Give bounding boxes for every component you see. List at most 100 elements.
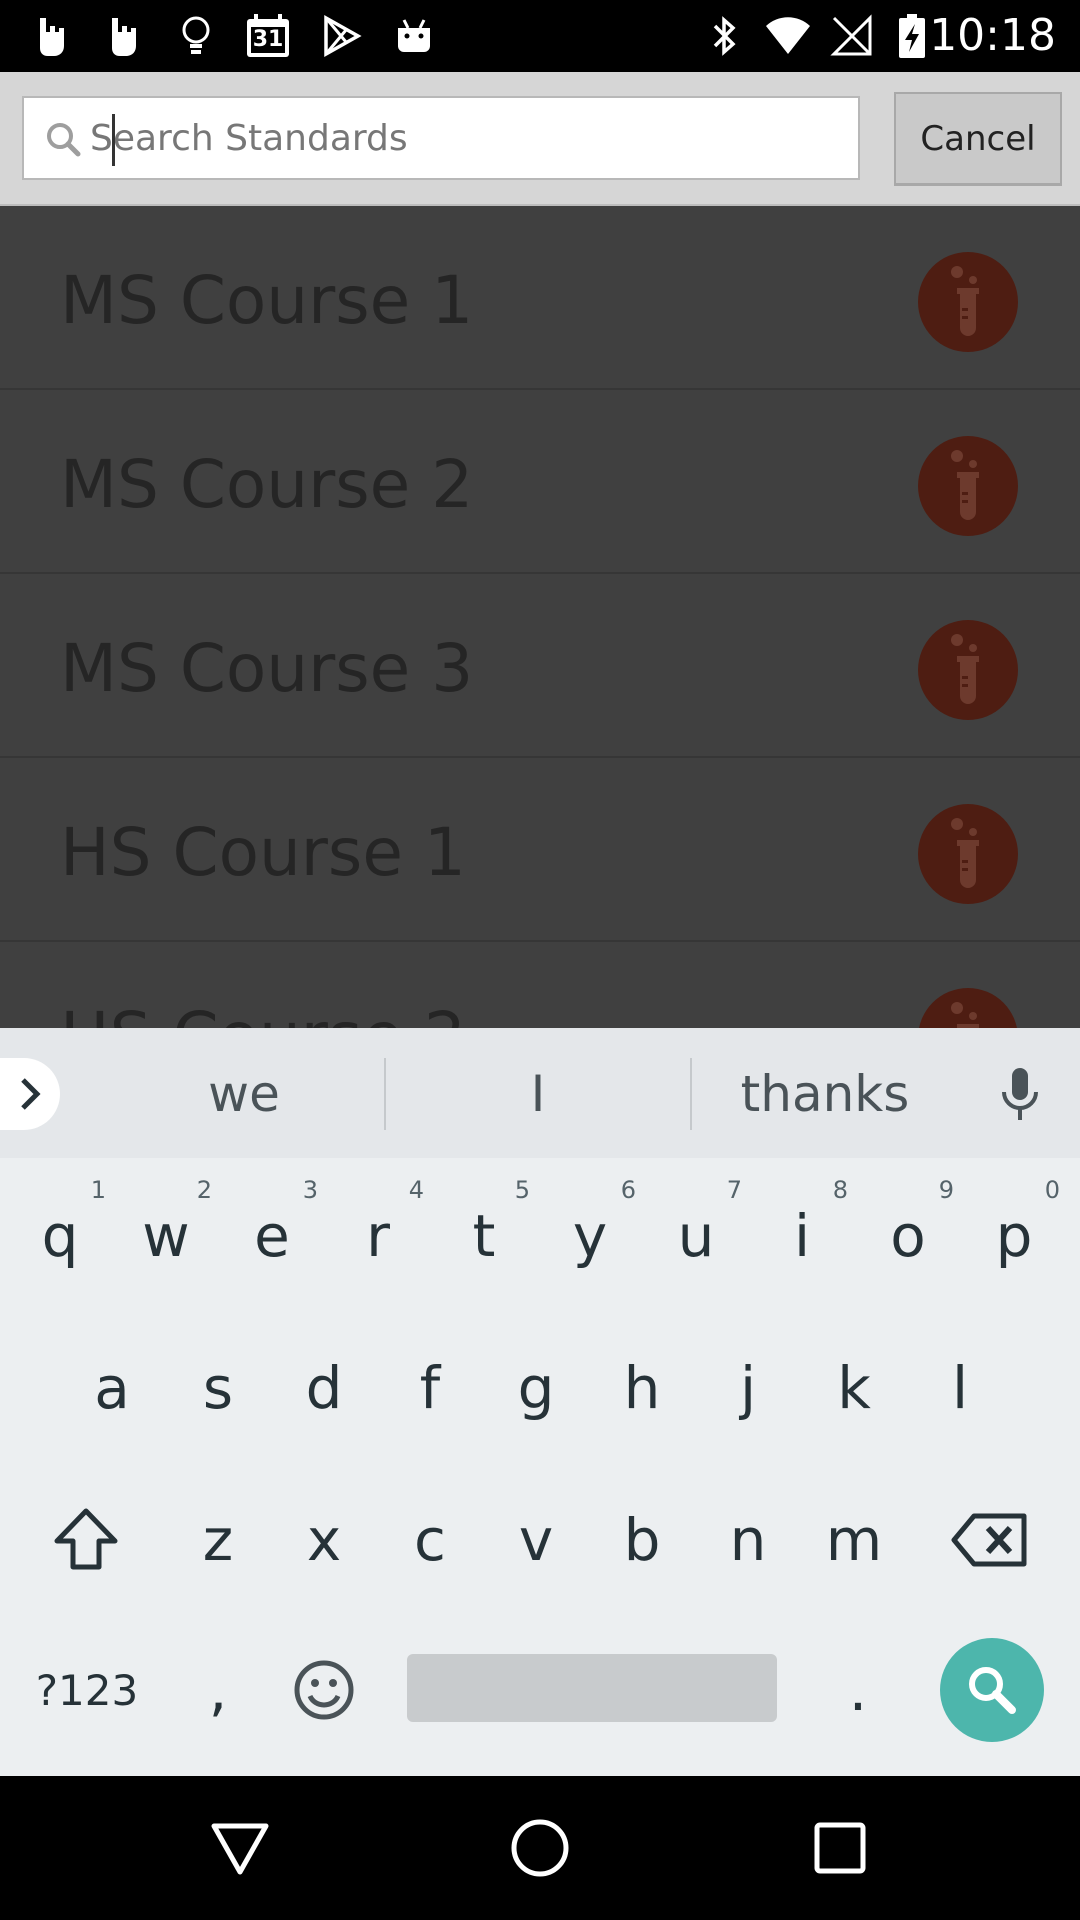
wifi-icon (764, 10, 812, 62)
test-tube-icon[interactable] (918, 988, 1018, 1028)
key-a[interactable]: a (62, 1328, 162, 1448)
expand-suggestions-button[interactable] (0, 1058, 60, 1130)
key-label: y (572, 1202, 608, 1270)
key-o[interactable]: o9 (858, 1176, 958, 1296)
calendar-icon: 31 (244, 10, 292, 62)
key-p[interactable]: p0 (964, 1176, 1064, 1296)
key-r[interactable]: r4 (328, 1176, 428, 1296)
key-w[interactable]: w2 (116, 1176, 216, 1296)
key-hint: 3 (302, 1176, 318, 1204)
key-label: r (366, 1202, 390, 1270)
list-item[interactable]: MS Course 3 (0, 574, 1080, 758)
test-tube-icon[interactable] (918, 620, 1018, 720)
home-icon[interactable] (490, 1798, 590, 1898)
key-label: u (677, 1202, 715, 1270)
key-b[interactable]: b (592, 1480, 692, 1600)
clock: 10:18 (929, 10, 1056, 61)
key-hint: 7 (726, 1176, 742, 1204)
lightbulb-icon (172, 10, 220, 62)
search-icon (969, 1667, 1016, 1714)
text-cursor (112, 114, 115, 166)
key-label: w (142, 1202, 190, 1270)
key-g[interactable]: g (486, 1328, 586, 1448)
suggestion-item[interactable]: I (386, 1058, 690, 1130)
search-icon (42, 118, 86, 162)
keyboard-search-button[interactable] (940, 1638, 1044, 1742)
suggestion-strip: we I thanks (0, 1028, 1080, 1158)
key-e[interactable]: e3 (222, 1176, 322, 1296)
recents-icon[interactable] (790, 1798, 890, 1898)
play-store-icon (318, 10, 366, 62)
key-t[interactable]: t5 (434, 1176, 534, 1296)
key-m[interactable]: m (804, 1480, 904, 1600)
no-signal-icon (828, 10, 876, 62)
test-tube-icon[interactable] (918, 436, 1018, 536)
key-y[interactable]: y6 (540, 1176, 640, 1296)
key-z[interactable]: z (168, 1480, 268, 1600)
cancel-button[interactable]: Cancel (894, 92, 1062, 186)
list-item-label: HS Course 2 (60, 998, 466, 1028)
key-s[interactable]: s (168, 1328, 268, 1448)
test-tube-icon[interactable] (918, 804, 1018, 904)
android-icon (390, 10, 438, 62)
space-bar[interactable] (407, 1654, 777, 1722)
key-n[interactable]: n (698, 1480, 798, 1600)
list-item[interactable]: MS Course 1 (0, 206, 1080, 390)
key-d[interactable]: d (274, 1328, 374, 1448)
key-v[interactable]: v (486, 1480, 586, 1600)
suggestion-item[interactable]: we (94, 1058, 394, 1130)
key-hint: 0 (1044, 1176, 1060, 1204)
list-item[interactable]: MS Course 2 (0, 390, 1080, 574)
list-item[interactable]: HS Course 1 (0, 758, 1080, 942)
key-q[interactable]: q1 (10, 1176, 110, 1296)
key-i[interactable]: i8 (752, 1176, 852, 1296)
soft-keyboard: we I thanks q1 w2 e3 r4 t5 y6 u7 i8 o9 p… (0, 1028, 1080, 1776)
course-list: MS Course 1 MS Course 2 MS Course 3 HS C… (0, 206, 1080, 1028)
list-item-label: MS Course 2 (60, 446, 474, 523)
key-f[interactable]: f (380, 1328, 480, 1448)
shift-key[interactable] (36, 1480, 136, 1600)
key-hint: 6 (620, 1176, 636, 1204)
back-icon[interactable] (190, 1798, 290, 1898)
list-item-label: HS Course 1 (60, 814, 466, 891)
notification-hand-icon (28, 10, 76, 62)
bluetooth-icon (700, 10, 748, 62)
key-u[interactable]: u7 (646, 1176, 746, 1296)
test-tube-icon[interactable] (918, 252, 1018, 352)
key-hint: 1 (90, 1176, 106, 1204)
emoji-key[interactable] (274, 1630, 374, 1750)
key-label: q (41, 1202, 79, 1270)
search-box[interactable] (22, 96, 860, 180)
key-h[interactable]: h (592, 1328, 692, 1448)
period-key[interactable]: . (808, 1630, 908, 1750)
key-l[interactable]: l (910, 1328, 1010, 1448)
search-header: Cancel (0, 72, 1080, 206)
key-j[interactable]: j (698, 1328, 798, 1448)
navigation-bar (0, 1776, 1080, 1920)
backspace-key[interactable] (940, 1480, 1040, 1600)
key-label: i (793, 1202, 811, 1270)
list-item-label: MS Course 3 (60, 630, 474, 707)
key-hint: 4 (408, 1176, 424, 1204)
suggestion-item[interactable]: thanks (692, 1058, 958, 1130)
key-label: e (254, 1202, 290, 1270)
chevron-right-icon (21, 1078, 41, 1110)
comma-key[interactable]: , (168, 1630, 268, 1750)
shift-icon (54, 1508, 118, 1570)
key-c[interactable]: c (380, 1480, 480, 1600)
calendar-day: 31 (252, 27, 284, 52)
search-input[interactable] (90, 106, 830, 170)
microphone-icon[interactable] (990, 1064, 1050, 1124)
symbols-key[interactable]: ?123 (22, 1630, 152, 1750)
key-hint: 5 (514, 1176, 530, 1204)
key-hint: 9 (938, 1176, 954, 1204)
key-label: t (472, 1202, 496, 1270)
key-label: p (995, 1202, 1033, 1270)
key-k[interactable]: k (804, 1328, 904, 1448)
key-hint: 8 (832, 1176, 848, 1204)
status-bar: 31 10:18 (0, 0, 1080, 72)
key-x[interactable]: x (274, 1480, 374, 1600)
list-item[interactable]: HS Course 2 (0, 942, 1080, 1028)
list-item-label: MS Course 1 (60, 262, 474, 339)
key-label: o (890, 1202, 926, 1270)
